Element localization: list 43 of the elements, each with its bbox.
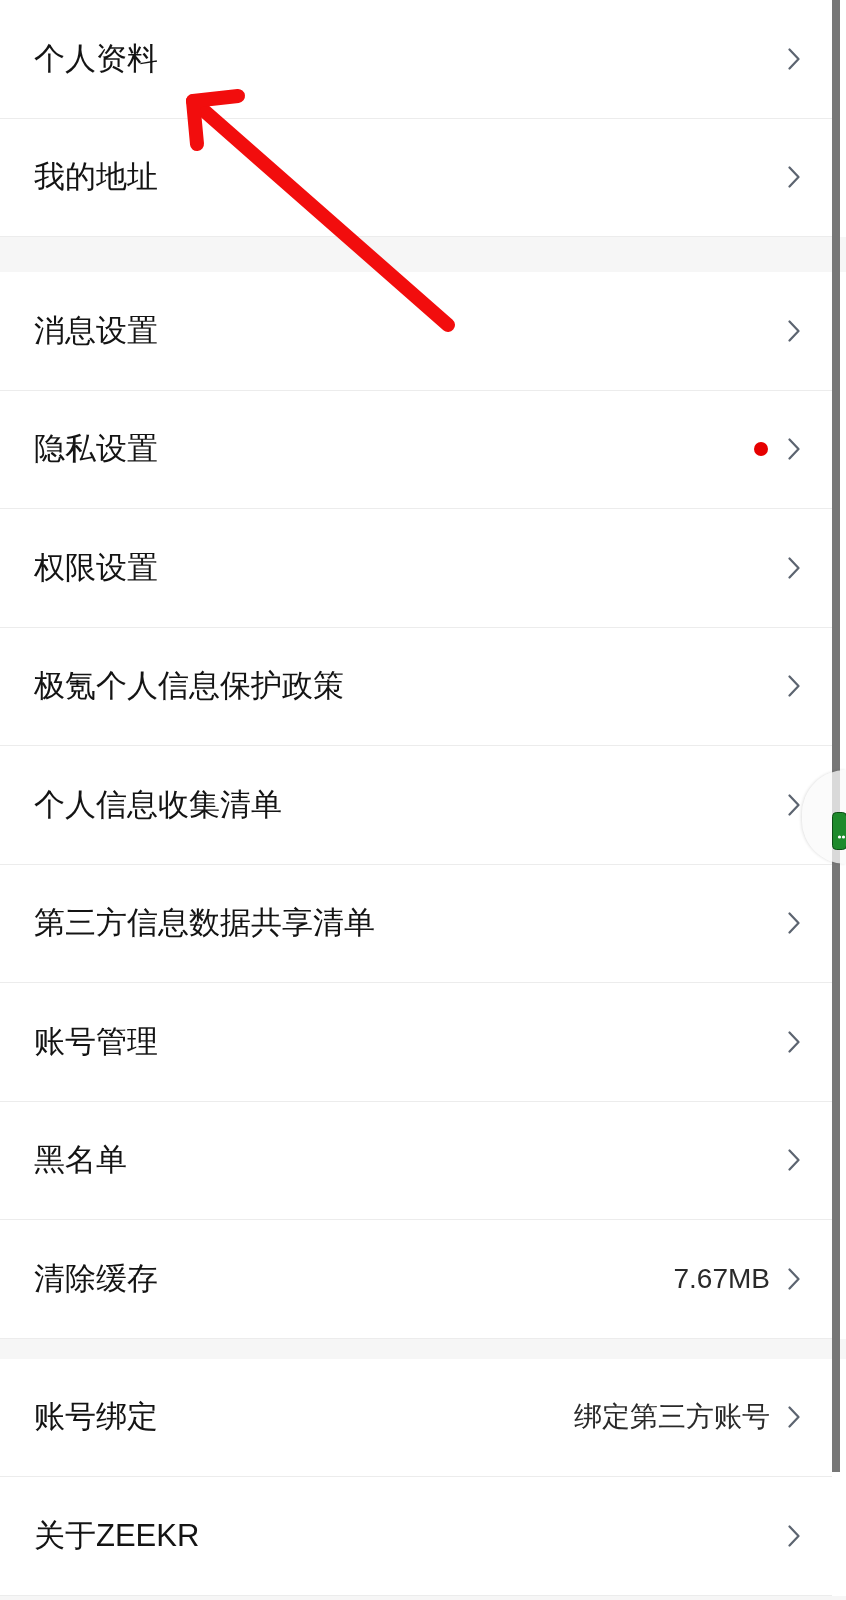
row-label: 账号管理 xyxy=(34,1022,158,1061)
scrollbar[interactable] xyxy=(832,0,840,1472)
settings-row[interactable]: 账号管理 xyxy=(0,983,802,1101)
settings-row[interactable]: 关于ZEEKR xyxy=(0,1477,802,1595)
chevron-right-icon xyxy=(788,675,800,698)
chevron-right-icon xyxy=(788,912,800,935)
chevron-right-icon xyxy=(788,793,800,816)
settings-row[interactable]: 我的地址 xyxy=(0,118,802,236)
chevron-right-icon xyxy=(788,438,800,461)
row-label: 隐私设置 xyxy=(34,430,158,469)
settings-row[interactable]: 极氪个人信息保护政策 xyxy=(0,627,802,745)
chevron-right-icon xyxy=(788,47,800,70)
settings-row[interactable]: 权限设置 xyxy=(0,509,802,627)
row-label: 极氪个人信息保护政策 xyxy=(34,667,344,706)
chevron-right-icon xyxy=(788,1149,800,1172)
row-label: 账号绑定 xyxy=(34,1398,158,1437)
row-label: 权限设置 xyxy=(34,548,158,587)
settings-row[interactable]: 黑名单 xyxy=(0,1101,802,1219)
row-label: 第三方信息数据共享清单 xyxy=(34,904,375,943)
settings-row[interactable]: 第三方信息数据共享清单 xyxy=(0,864,802,982)
chevron-right-icon xyxy=(788,1406,800,1429)
settings-row[interactable]: 个人信息收集清单 xyxy=(0,746,802,864)
row-label: 个人信息收集清单 xyxy=(34,785,282,824)
row-value: 7.67MB xyxy=(673,1262,770,1295)
chevron-right-icon xyxy=(788,556,800,579)
row-label: 清除缓存 xyxy=(34,1259,158,1298)
row-label: 关于ZEEKR xyxy=(34,1516,200,1555)
chevron-right-icon xyxy=(788,1030,800,1053)
settings-row[interactable]: 账号绑定 绑定第三方账号 xyxy=(0,1358,802,1476)
settings-row[interactable]: 隐私设置 xyxy=(0,390,802,508)
row-value: 绑定第三方账号 xyxy=(574,1400,770,1435)
row-label: 黑名单 xyxy=(34,1141,127,1180)
settings-row[interactable]: 清除缓存 7.67MB xyxy=(0,1220,802,1338)
dots-icon xyxy=(832,812,846,850)
chevron-right-icon xyxy=(788,166,800,189)
chevron-right-icon xyxy=(788,319,800,342)
row-label: 个人资料 xyxy=(34,39,158,78)
settings-row[interactable]: 个人资料 xyxy=(0,0,802,118)
row-label: 消息设置 xyxy=(34,311,158,350)
row-label: 我的地址 xyxy=(34,158,158,197)
chevron-right-icon xyxy=(788,1524,800,1547)
settings-row[interactable]: 消息设置 xyxy=(0,272,802,390)
chevron-right-icon xyxy=(788,1267,800,1290)
